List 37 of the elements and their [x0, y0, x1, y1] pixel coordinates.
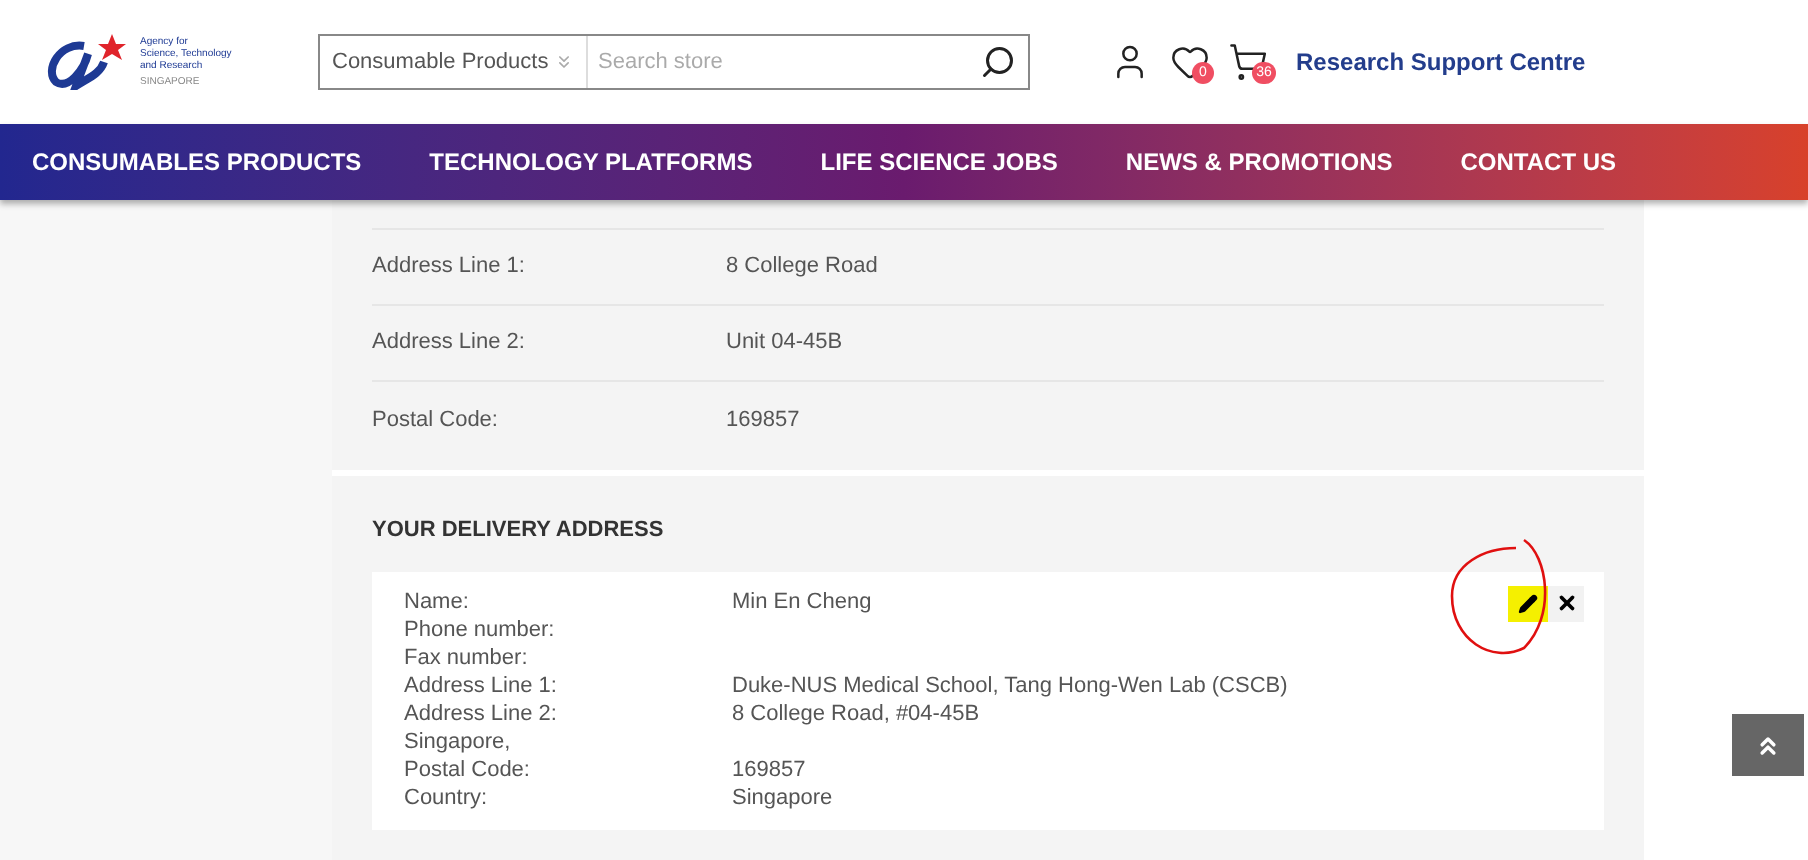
nav-link[interactable]: CONTACT US — [1460, 144, 1617, 180]
nav-link[interactable]: LIFE SCIENCE JOBS — [820, 144, 1058, 180]
field-label: Postal Code: — [372, 405, 500, 436]
field-label: Name: — [404, 587, 471, 615]
category-select[interactable]: Consumable Products — [320, 36, 588, 88]
nav-link[interactable]: CONSUMABLES PRODUCTS — [32, 144, 362, 180]
field-label: Postal Code: — [404, 755, 532, 783]
nav-link[interactable]: NEWS & PROMOTIONS — [1125, 144, 1393, 180]
scroll-top-button[interactable] — [1732, 714, 1804, 776]
field-label: Singapore, — [404, 727, 513, 755]
nav-link[interactable]: TECHNOLOGY PLATFORMS — [429, 144, 753, 180]
research-support-link[interactable]: Research Support Centre — [1296, 44, 1586, 80]
field-value: 8 College Road — [726, 252, 878, 283]
field-value: Singapore — [732, 783, 833, 811]
search-field[interactable]: Consumable Products Search store — [318, 34, 1030, 90]
field-value: 169857 — [726, 405, 800, 436]
field-label: Phone number: — [404, 615, 557, 643]
field-value: 169857 — [732, 755, 806, 783]
field-value: 8 College Road, #04-45B — [732, 699, 980, 727]
section-heading: YOUR DELIVERY ADDRESS — [372, 516, 666, 546]
pencil-icon — [1518, 593, 1538, 613]
field-value: Duke-NUS Medical School, Tang Hong-Wen Lab (CSCB) — [732, 671, 1288, 699]
field-label: Country: — [404, 783, 490, 811]
field-label: Fax number: — [404, 643, 530, 671]
delete-button[interactable] — [1548, 585, 1584, 621]
chevrons-up-icon — [1754, 731, 1782, 759]
caret-icon — [554, 52, 574, 72]
field-label: Address Line 2: — [404, 699, 559, 727]
search-icon[interactable] — [980, 44, 1016, 80]
heart-icon[interactable] — [1170, 42, 1210, 82]
field-label: Address Line 1: — [372, 252, 527, 283]
edit-button[interactable] — [1508, 585, 1548, 621]
field-label: Address Line 1: — [404, 671, 559, 699]
close-icon — [1555, 592, 1577, 614]
field-value: Unit 04-45B — [726, 328, 843, 359]
field-value: Min En Cheng — [732, 587, 872, 615]
field-label: Address Line 2: — [372, 328, 527, 359]
